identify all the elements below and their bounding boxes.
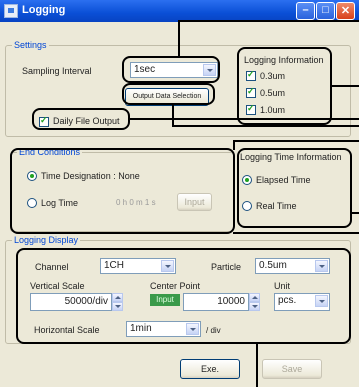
title-bar[interactable]: Logging – □ ✕: [0, 0, 359, 22]
app-icon: [4, 4, 18, 18]
leader-line: [233, 140, 359, 142]
save-button[interactable]: Save: [262, 359, 322, 379]
leader-line: [233, 232, 359, 234]
close-button[interactable]: ✕: [336, 2, 355, 20]
settings-legend: Settings: [12, 40, 49, 51]
leader-line: [178, 20, 359, 22]
callout-sampling-interval: [122, 56, 220, 83]
callout-output-data: [122, 83, 215, 105]
logging-display-legend: Logging Display: [12, 235, 81, 246]
leader-line: [350, 212, 359, 214]
logging-window: Logging – □ ✕ Settings Sampling Interval…: [0, 0, 359, 387]
callout-logging-information: [237, 47, 332, 125]
callout-end-conditions: [10, 148, 235, 234]
callout-logging-display: [16, 248, 351, 344]
leader-line: [172, 125, 359, 127]
leader-line: [233, 140, 235, 150]
window-title: Logging: [22, 4, 66, 16]
minimize-button[interactable]: –: [296, 2, 315, 20]
leader-line: [172, 105, 174, 127]
leader-line: [178, 20, 180, 56]
maximize-button[interactable]: □: [316, 2, 335, 20]
exe-button[interactable]: Exe.: [180, 359, 240, 379]
callout-logging-time: [237, 148, 352, 228]
sampling-interval-label: Sampling Interval: [22, 66, 92, 76]
callout-daily-file: [32, 108, 130, 130]
leader-line: [256, 344, 258, 387]
leader-line: [330, 85, 359, 87]
leader-line: [128, 118, 359, 120]
